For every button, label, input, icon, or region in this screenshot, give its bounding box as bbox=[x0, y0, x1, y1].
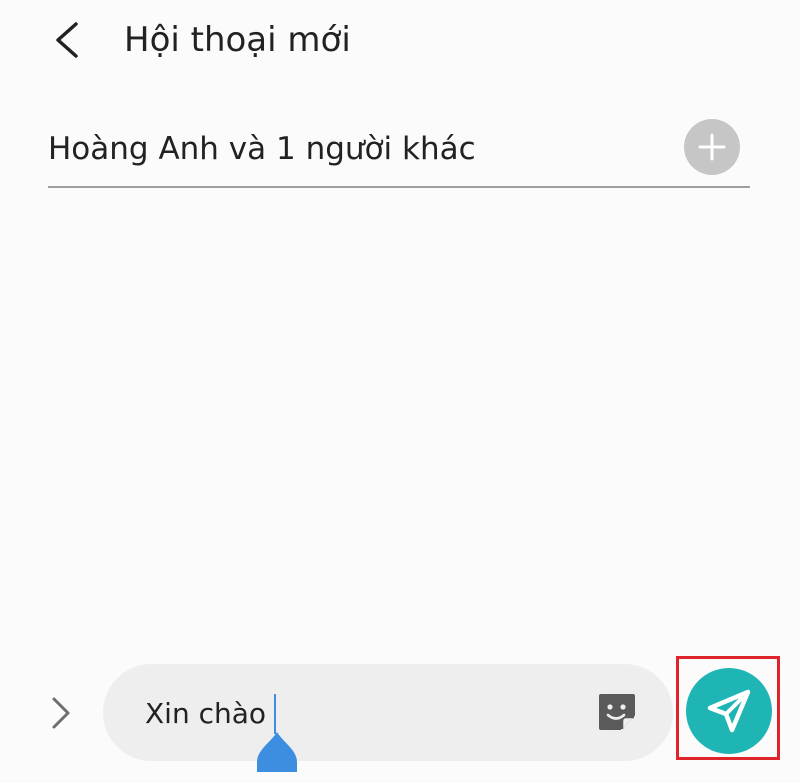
text-cursor bbox=[274, 694, 277, 734]
top-bar: Hội thoại mới bbox=[0, 0, 800, 84]
send-icon bbox=[686, 668, 772, 754]
back-button[interactable] bbox=[44, 14, 92, 66]
page-title: Hội thoại mới bbox=[124, 20, 351, 60]
expand-options-button[interactable] bbox=[42, 688, 82, 738]
add-recipient-button[interactable] bbox=[684, 119, 740, 175]
cursor-handle[interactable] bbox=[253, 732, 301, 772]
recipient-field[interactable]: Hoàng Anh và 1 người khác bbox=[48, 112, 750, 188]
send-button[interactable] bbox=[686, 668, 772, 754]
chevron-right-icon bbox=[42, 688, 82, 738]
chevron-left-icon bbox=[44, 14, 92, 66]
recipient-divider bbox=[48, 186, 750, 188]
message-input[interactable]: Xin chào bbox=[145, 694, 277, 734]
plus-icon bbox=[684, 119, 740, 175]
message-text: Xin chào bbox=[145, 697, 267, 730]
sticker-button[interactable] bbox=[595, 690, 639, 734]
message-composer: Xin chào bbox=[103, 664, 673, 772]
recipient-summary: Hoàng Anh và 1 người khác bbox=[48, 131, 476, 167]
sticker-icon bbox=[595, 690, 639, 734]
